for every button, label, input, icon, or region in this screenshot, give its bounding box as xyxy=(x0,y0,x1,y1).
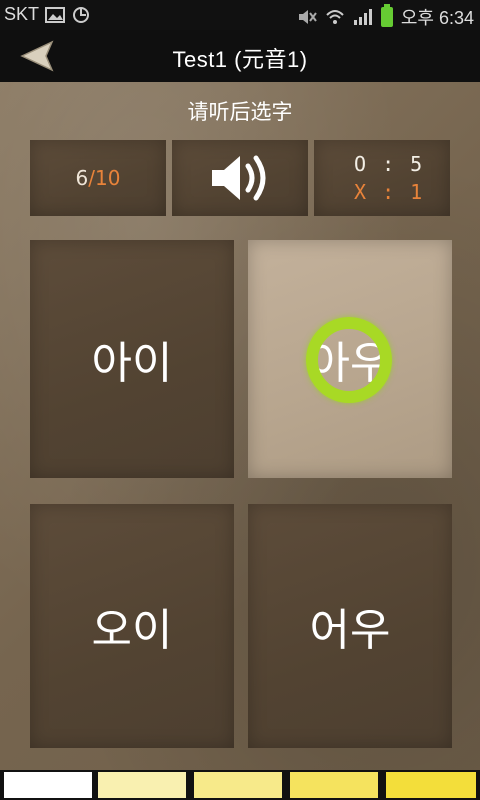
progress-segment-3 xyxy=(194,772,282,798)
touch-indicator xyxy=(306,317,392,403)
progress-segment-5 xyxy=(386,772,476,798)
signal-icon xyxy=(353,8,373,26)
progress-total: 10 xyxy=(95,166,121,190)
answer-option-3[interactable]: 오이 xyxy=(30,504,234,748)
score-wrong: X : 1 xyxy=(354,180,425,204)
progress-segment-1 xyxy=(4,772,92,798)
wifi-icon xyxy=(325,8,345,26)
score-correct: O : 5 xyxy=(354,152,425,176)
instruction-text: 请听后选字 xyxy=(187,100,293,124)
progress-segment-2 xyxy=(98,772,186,798)
progress-separator: / xyxy=(88,166,96,190)
status-bar: SKT 오후 6:34 xyxy=(0,0,480,30)
status-left: SKT xyxy=(4,4,91,25)
answer-option-1[interactable]: 아이 xyxy=(30,240,234,478)
answer-option-4[interactable]: 어우 xyxy=(248,504,452,748)
progress-segment-4 xyxy=(290,772,378,798)
app-header: Test1 (元音1) xyxy=(0,30,480,82)
play-sound-button[interactable] xyxy=(172,140,308,216)
clock-time: 오후 6:34 xyxy=(400,8,474,28)
battery-icon xyxy=(380,4,393,27)
answer-label: 어우 xyxy=(309,605,391,656)
progress-current: 6 xyxy=(75,166,89,190)
image-icon xyxy=(45,6,66,24)
answer-label: 아이 xyxy=(91,338,173,389)
page-title: Test1 (元音1) xyxy=(172,47,308,72)
progress-strip xyxy=(0,770,480,800)
speaker-icon xyxy=(212,155,266,201)
score-panel: O : 5 X : 1 xyxy=(314,140,450,216)
carrier-label: SKT xyxy=(4,4,40,24)
question-progress: 6/10 xyxy=(30,140,166,216)
answer-label: 오이 xyxy=(91,605,173,656)
mute-icon xyxy=(297,8,317,26)
sync-icon xyxy=(71,6,91,24)
status-right: 오후 6:34 xyxy=(297,4,474,30)
